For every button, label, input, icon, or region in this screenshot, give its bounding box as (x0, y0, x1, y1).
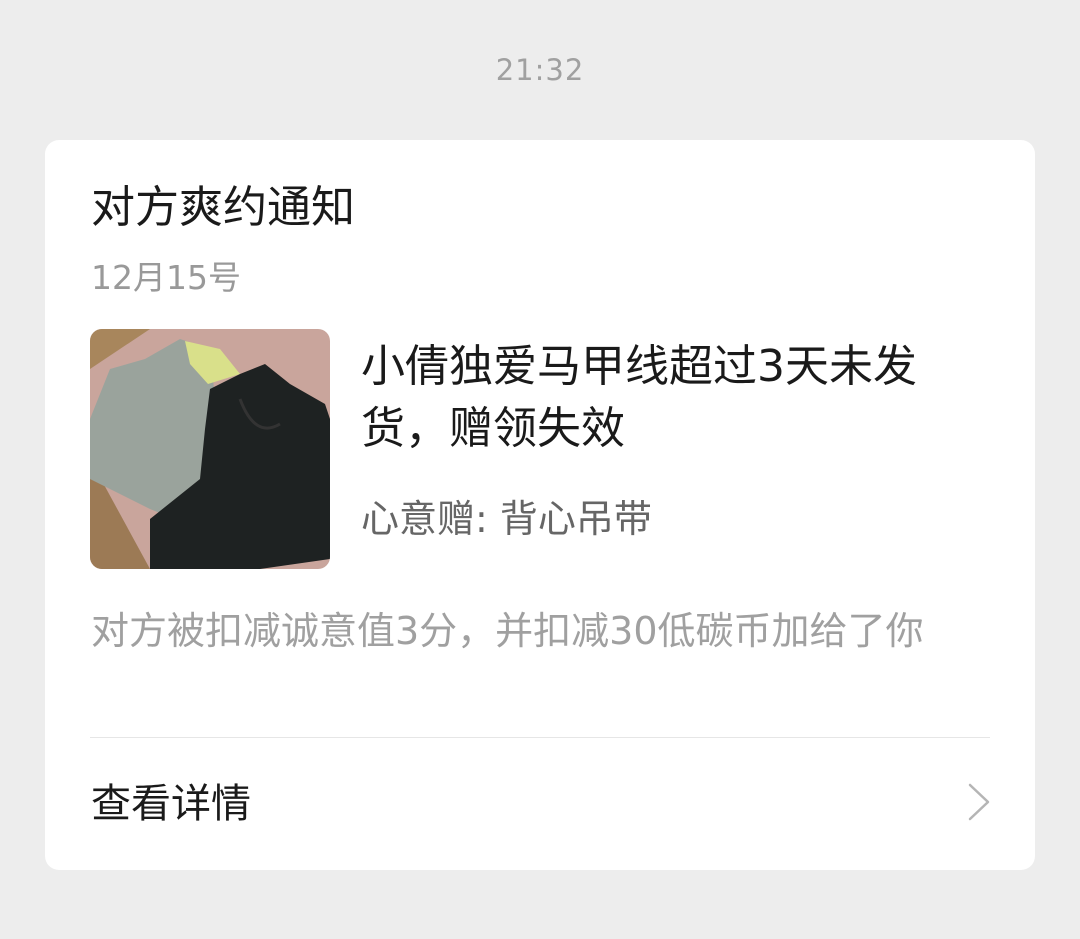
vest-tops-photo-icon (90, 329, 330, 569)
view-details-label: 查看详情 (91, 781, 251, 827)
card-title: 对方爽约通知 (91, 182, 355, 233)
penalty-text: 对方被扣减诚意值3分，并扣减30低碳币加给了你 (91, 609, 924, 653)
notification-card[interactable]: 对方爽约通知 12月15号 小倩独爱马甲线超过3天未发货，赠领失效 心意赠: 背… (45, 140, 1035, 870)
card-date: 12月15号 (91, 258, 241, 297)
product-image[interactable] (90, 329, 330, 569)
view-details-button[interactable]: 查看详情 (45, 738, 1035, 870)
product-name: 小倩独爱马甲线超过3天未发货，赠领失效 (361, 341, 917, 454)
gift-line: 心意赠: 背心吊带 (361, 497, 652, 541)
chevron-right-icon (968, 783, 990, 821)
message-timestamp: 21:32 (495, 53, 585, 87)
